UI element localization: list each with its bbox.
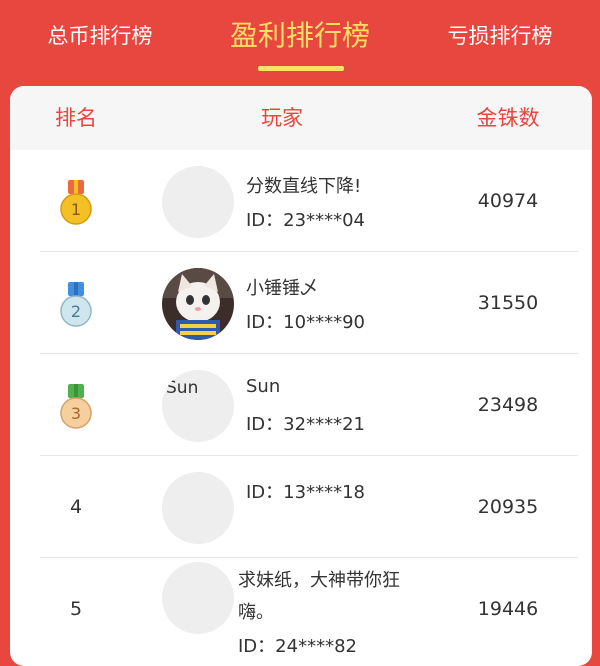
table-header: 排名 玩家 金铢数 <box>10 86 592 150</box>
bronze-medal-icon: 3 <box>60 384 92 429</box>
player-id: ID：23****04 <box>246 210 365 231</box>
tab-total-coins[interactable]: 总币排行榜 <box>20 0 180 72</box>
gold-amount: 40974 <box>477 190 539 212</box>
player-id: ID：10****90 <box>246 312 365 333</box>
avatar-alt-text: Sun <box>166 378 199 398</box>
rank-number: 4 <box>69 496 83 518</box>
table-row[interactable]: 1 分数直线下降! ID：23****04 40974 <box>10 150 592 252</box>
table-row[interactable]: 3 Sun Sun ID：32****21 23498 <box>10 354 592 456</box>
header-rank: 排名 <box>55 106 97 130</box>
medal-rank-label: 1 <box>71 200 81 219</box>
player-id: ID：32****21 <box>246 414 365 435</box>
player-id: ID：24****82 <box>238 636 357 657</box>
header-gold: 金铢数 <box>476 106 540 130</box>
medal-rank-label: 2 <box>71 302 81 321</box>
tab-profit[interactable]: 盈利排行榜 <box>200 0 400 72</box>
player-id: ID：13****18 <box>246 482 365 503</box>
player-name-continued: 嗨。 <box>238 602 274 623</box>
rank-number: 5 <box>69 598 83 620</box>
medal-rank-label: 3 <box>71 404 81 423</box>
player-name: 求妹纸，大神带你狂 <box>238 570 400 591</box>
avatar[interactable]: Sun <box>162 370 234 442</box>
silver-medal-icon: 2 <box>60 282 92 327</box>
avatar[interactable] <box>162 268 234 340</box>
leaderboard-card: 排名 玩家 金铢数 1 分数直线下降! ID：23****04 40974 2 <box>10 86 592 666</box>
cat-photo-avatar-icon <box>162 268 234 340</box>
gold-amount: 19446 <box>477 598 539 620</box>
player-name: 小锤锤乄 <box>246 278 318 299</box>
gold-amount: 31550 <box>477 292 539 314</box>
tab-bar: 总币排行榜 盈利排行榜 亏损排行榜 <box>0 0 600 84</box>
tab-loss[interactable]: 亏损排行榜 <box>420 0 580 72</box>
avatar[interactable] <box>162 472 234 544</box>
header-player: 玩家 <box>261 106 303 130</box>
table-row[interactable]: 5 求妹纸，大神带你狂 嗨。 ID：24****82 19446 <box>10 558 592 660</box>
player-name: Sun <box>246 376 281 397</box>
player-name: 分数直线下降! <box>246 176 362 197</box>
gold-amount: 20935 <box>477 496 539 518</box>
active-tab-indicator <box>258 66 344 71</box>
avatar[interactable] <box>162 166 234 238</box>
table-row[interactable]: 2 小锤锤乄 ID：10****90 31550 <box>10 252 592 354</box>
table-row[interactable]: 4 ID：13****18 20935 <box>10 456 592 558</box>
gold-amount: 23498 <box>477 394 539 416</box>
gold-medal-icon: 1 <box>60 180 92 225</box>
avatar[interactable] <box>162 562 234 634</box>
